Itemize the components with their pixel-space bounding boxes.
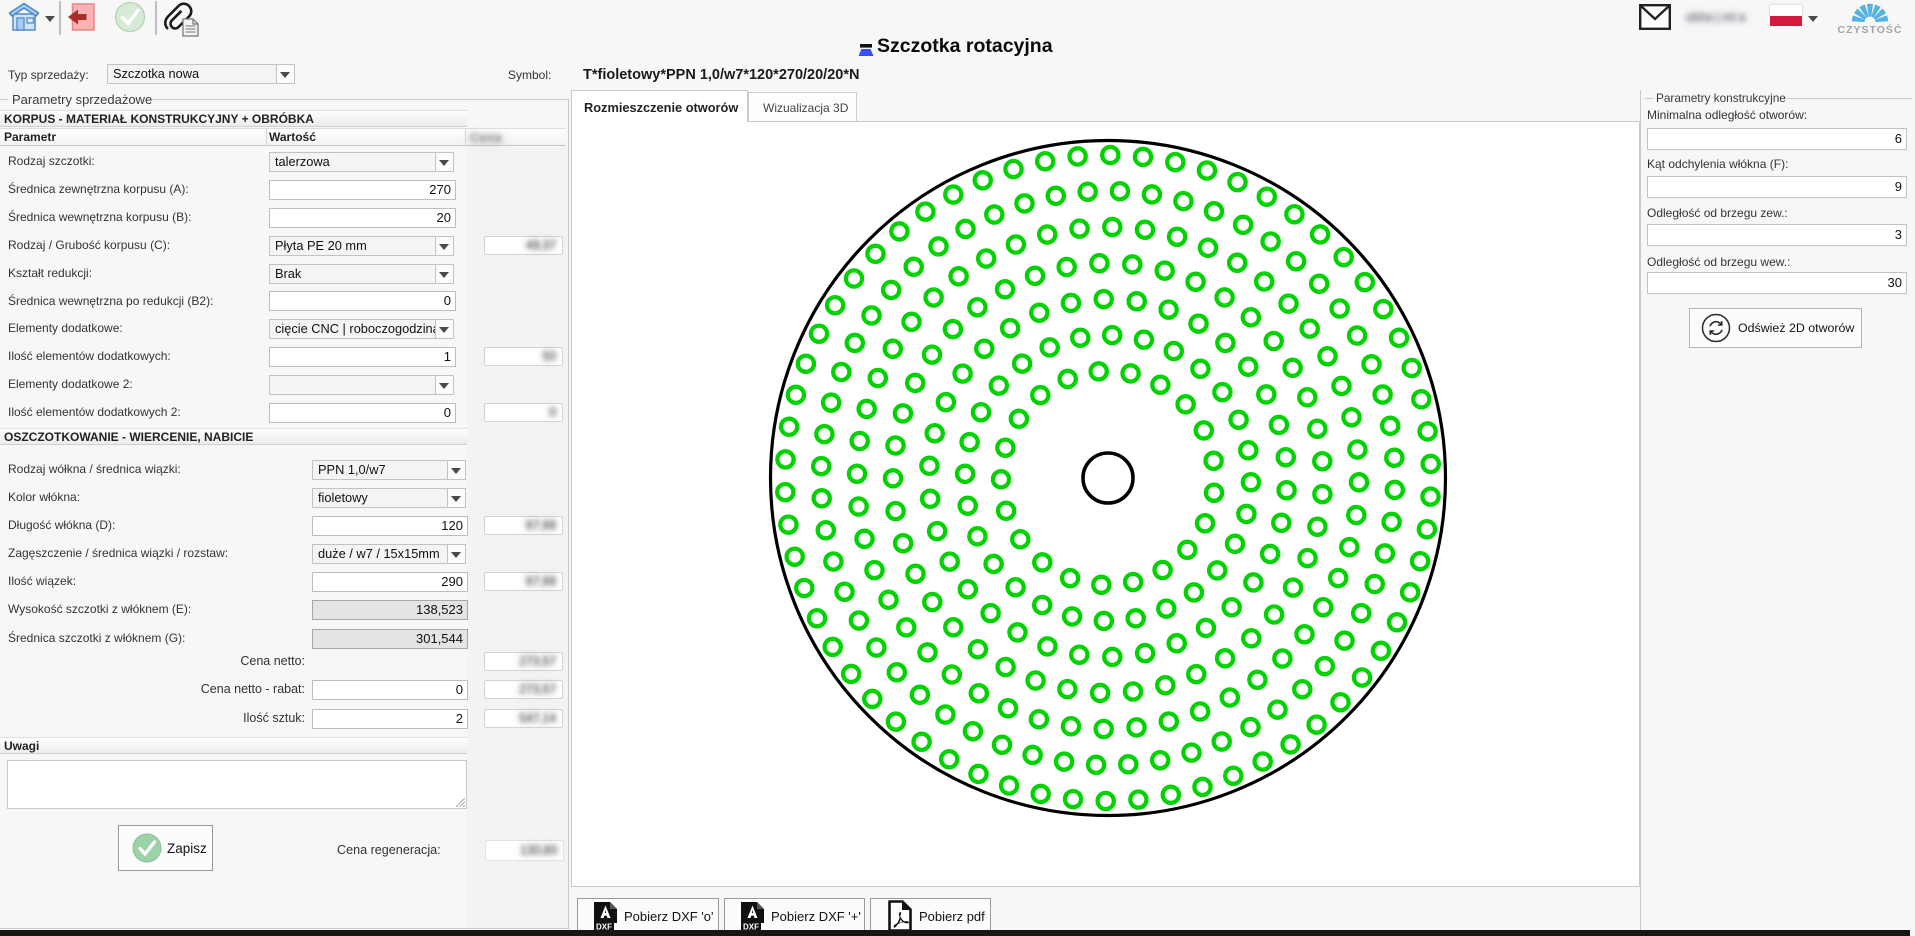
svg-text:CZYSTOŚĆ: CZYSTOŚĆ — [1838, 23, 1903, 35]
